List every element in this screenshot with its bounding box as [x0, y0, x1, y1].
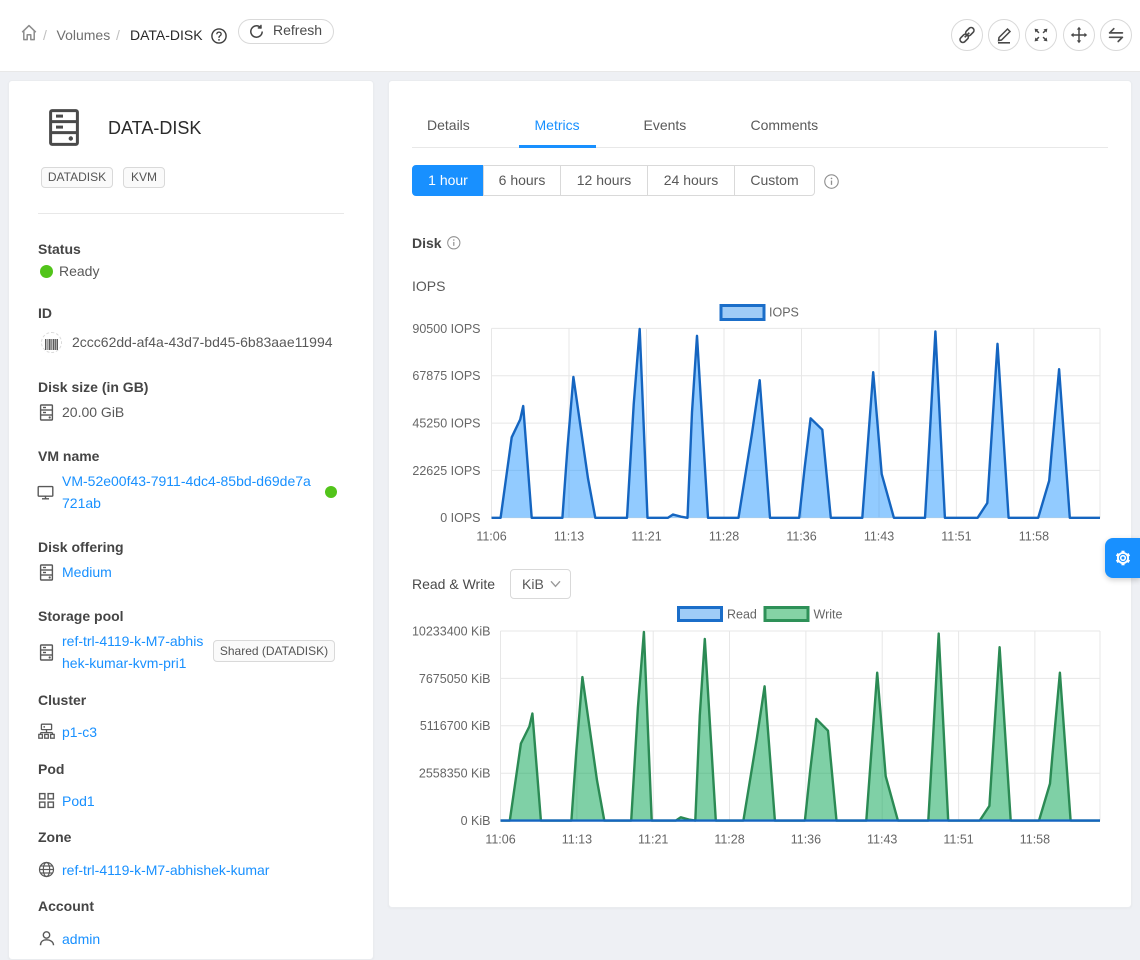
svg-text:Read: Read — [727, 608, 757, 622]
svg-text:11:58: 11:58 — [1019, 530, 1049, 544]
svg-text:0 KiB: 0 KiB — [461, 814, 491, 828]
svg-text:10233400 KiB: 10233400 KiB — [412, 624, 491, 638]
svg-text:11:06: 11:06 — [476, 530, 506, 544]
svg-text:45250 IOPS: 45250 IOPS — [412, 417, 480, 431]
svg-text:11:28: 11:28 — [714, 833, 744, 847]
svg-text:11:43: 11:43 — [867, 833, 897, 847]
svg-text:11:21: 11:21 — [638, 833, 668, 847]
svg-text:7675050 KiB: 7675050 KiB — [419, 672, 491, 686]
svg-text:5116700 KiB: 5116700 KiB — [420, 719, 491, 733]
svg-text:11:21: 11:21 — [631, 530, 661, 544]
svg-text:11:51: 11:51 — [943, 833, 973, 847]
svg-text:11:51: 11:51 — [941, 530, 971, 544]
svg-text:IOPS: IOPS — [769, 306, 799, 320]
svg-text:11:36: 11:36 — [791, 833, 821, 847]
svg-text:11:43: 11:43 — [864, 530, 894, 544]
svg-text:11:13: 11:13 — [554, 530, 584, 544]
svg-text:11:13: 11:13 — [562, 833, 592, 847]
svg-text:11:58: 11:58 — [1020, 833, 1050, 847]
svg-text:11:28: 11:28 — [709, 530, 739, 544]
svg-text:67875 IOPS: 67875 IOPS — [412, 369, 480, 383]
svg-text:2558350 KiB: 2558350 KiB — [419, 767, 491, 781]
svg-text:11:06: 11:06 — [485, 833, 515, 847]
svg-text:22625 IOPS: 22625 IOPS — [412, 464, 480, 478]
svg-text:90500 IOPS: 90500 IOPS — [412, 322, 480, 336]
svg-text:11:36: 11:36 — [786, 530, 816, 544]
svg-text:Write: Write — [814, 608, 843, 622]
svg-text:0 IOPS: 0 IOPS — [440, 511, 480, 525]
